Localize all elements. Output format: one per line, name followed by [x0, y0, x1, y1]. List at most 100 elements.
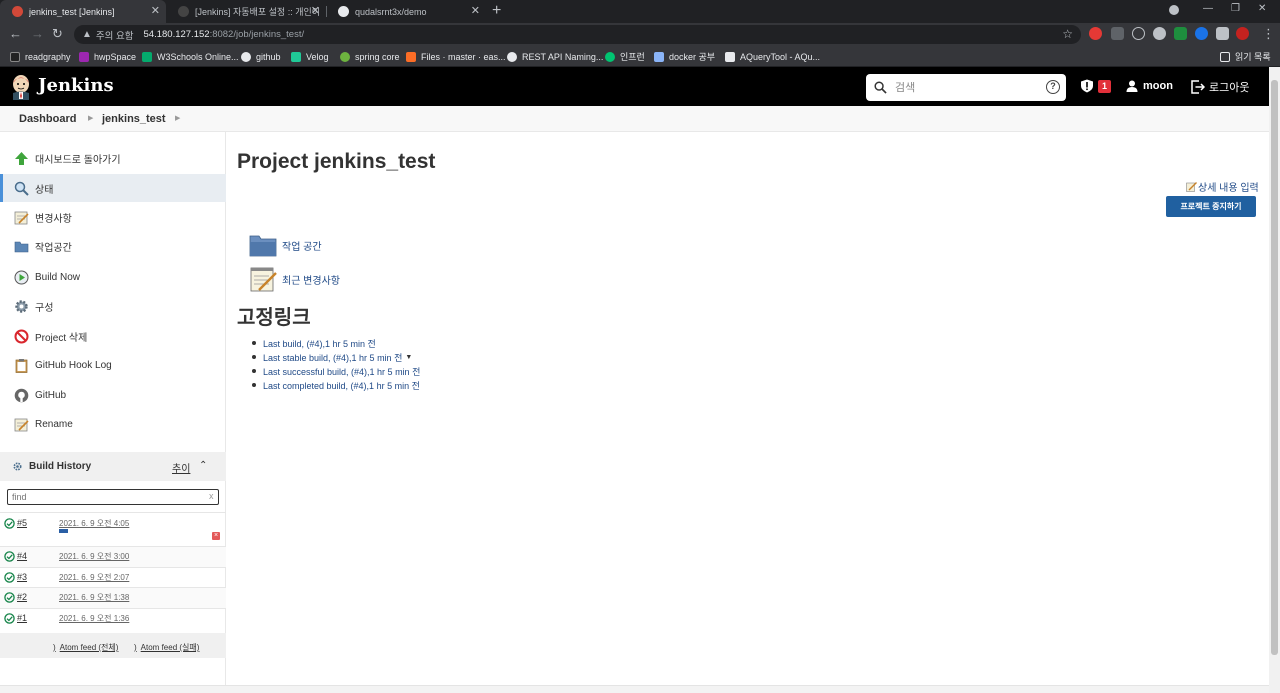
bookmark-label: 인프런 [620, 52, 645, 62]
build-number-link[interactable]: #2 [17, 592, 27, 602]
permalink-last-build[interactable]: Last build, (#4),1 hr 5 min 전 [252, 336, 420, 350]
back-icon[interactable]: ← [9, 26, 22, 42]
breadcrumb-dashboard[interactable]: Dashboard [19, 113, 76, 125]
logout-link[interactable]: 로그아웃 [1191, 79, 1249, 95]
dropdown-caret-icon[interactable]: ▼ [405, 354, 412, 361]
close-window-icon[interactable]: ✕ [1258, 3, 1266, 14]
build-filter-input[interactable] [7, 489, 219, 505]
build-number-link[interactable]: #1 [17, 613, 27, 623]
forward-icon[interactable]: → [31, 26, 44, 42]
clipboard-icon [15, 358, 28, 373]
permalink-last-stable-build[interactable]: Last stable build, (#4),1 hr 5 min 전 ▼ [252, 350, 420, 364]
minimize-icon[interactable]: — [1203, 3, 1213, 14]
tab-search-icon[interactable] [1169, 5, 1179, 15]
disable-project-button[interactable]: 프로젝트 중지하기 [1166, 196, 1256, 217]
bullet [252, 383, 256, 387]
help-icon[interactable]: ? [1046, 80, 1060, 94]
cancel-build-icon[interactable]: × [212, 532, 220, 540]
build-number-link[interactable]: #4 [17, 551, 27, 561]
permalink-last-successful-build[interactable]: Last successful build, (#4),1 hr 5 min 전 [252, 364, 420, 378]
task-back-to-dashboard[interactable]: 대시보드로 돌아가기 [0, 144, 226, 172]
menu-dots-icon[interactable]: ⋮ [1262, 26, 1275, 42]
build-date-link[interactable]: 2021. 6. 9 오전 2:07 [59, 572, 129, 583]
security-label[interactable]: 주의 요함 [96, 28, 134, 42]
bookmark-item[interactable]: REST API Naming... [507, 50, 603, 63]
close-tab-icon[interactable]: ✕ [471, 5, 480, 17]
build-date-link[interactable]: 2021. 6. 9 오전 4:05 [59, 518, 129, 529]
bookmark-item[interactable]: docker 공부 [654, 50, 715, 63]
task-github-hook-log[interactable]: GitHub Hook Log [0, 351, 226, 379]
scrollbar-thumb[interactable] [1271, 80, 1278, 655]
bookmark-item[interactable]: spring core [340, 50, 400, 63]
search-input[interactable] [895, 81, 1035, 94]
browser-tab-github[interactable]: qudalsrnt3x/demo ✕ [326, 0, 486, 23]
task-workspace[interactable]: 작업공간 [0, 232, 226, 260]
profile-avatar[interactable] [1236, 27, 1249, 40]
build-date-link[interactable]: 2021. 6. 9 오전 1:38 [59, 592, 129, 603]
build-number-link[interactable]: #3 [17, 572, 27, 582]
close-tab-icon[interactable]: ✕ [311, 5, 320, 17]
success-icon [4, 572, 15, 583]
task-delete-project[interactable]: Project 삭제 [0, 322, 226, 350]
build-date-link[interactable]: 2021. 6. 9 오전 3:00 [59, 551, 129, 562]
workspace-link[interactable]: 작업 공간 [249, 231, 322, 259]
clear-filter-icon[interactable]: x [209, 491, 214, 501]
build-row[interactable]: #1 2021. 6. 9 오전 1:36 [0, 608, 226, 629]
bookmark-item[interactable]: Files · master · eas... [406, 50, 506, 63]
atom-feed-failed-link[interactable]: ) Atom feed (실패) [134, 642, 199, 653]
user-menu[interactable]: moon [1126, 80, 1173, 92]
build-row[interactable]: #5 2021. 6. 9 오전 4:05 × [0, 512, 226, 546]
permalink-last-completed-build[interactable]: Last completed build, (#4),1 hr 5 min 전 [252, 378, 420, 392]
task-rename[interactable]: Rename [0, 410, 226, 438]
bookmark-item[interactable]: Velog [291, 50, 329, 63]
bookmark-item[interactable]: W3Schools Online... [142, 50, 239, 63]
address-bar[interactable]: ▲ 주의 요함 54.180.127.152:8082/job/jenkins_… [74, 25, 1081, 44]
restore-icon[interactable]: ❐ [1231, 3, 1240, 14]
breadcrumb-job[interactable]: jenkins_test [102, 113, 166, 125]
extension-icon[interactable] [1111, 27, 1124, 40]
puzzle-icon[interactable] [1216, 27, 1229, 40]
extension-icon[interactable] [1089, 27, 1102, 40]
breadcrumb-separator-icon[interactable]: ▶ [175, 114, 180, 122]
breadcrumb-separator-icon[interactable]: ▶ [88, 114, 93, 122]
search-box[interactable]: ? [866, 74, 1066, 101]
browser-tab-jenkins[interactable]: jenkins_test [Jenkins] ✕ [0, 0, 166, 23]
bookmark-item[interactable]: readgraphy [10, 50, 71, 63]
collapse-icon[interactable]: ⌃ [199, 460, 207, 471]
build-row[interactable]: #4 2021. 6. 9 오전 3:00 [0, 546, 226, 567]
task-status[interactable]: 상태 [0, 174, 226, 202]
reading-list[interactable]: 읽기 목록 [1220, 50, 1271, 63]
new-tab-button[interactable]: + [492, 2, 501, 20]
atom-feed-all-link[interactable]: ) Atom feed (전체) [53, 642, 118, 653]
build-number-link[interactable]: #5 [17, 518, 27, 528]
task-configure[interactable]: 구성 [0, 292, 226, 320]
bookmark-item[interactable]: AQueryTool - AQu... [725, 50, 820, 63]
reload-icon[interactable]: ↻ [52, 26, 63, 42]
build-row[interactable]: #2 2021. 6. 9 오전 1:38 [0, 587, 226, 608]
browser-tab-blog[interactable]: [Jenkins] 자동배포 설정 :: 개인이 ✕ [166, 0, 326, 23]
bookmark-label: spring core [355, 51, 400, 62]
extension-icon[interactable] [1153, 27, 1166, 40]
app-title[interactable]: Jenkins [38, 75, 114, 96]
build-trend-link[interactable]: 추이 [172, 460, 190, 475]
bookmark-star-icon[interactable]: ☆ [1062, 27, 1073, 41]
bookmark-item[interactable]: github [241, 50, 281, 63]
recent-changes-link[interactable]: 최근 변경사항 [249, 265, 340, 293]
build-date-link[interactable]: 2021. 6. 9 오전 1:36 [59, 613, 129, 624]
extension-icon[interactable] [1195, 27, 1208, 40]
edit-description-link[interactable]: 상세 내용 입력 [1186, 179, 1259, 194]
security-alert[interactable]: 1 [1080, 79, 1112, 93]
task-github[interactable]: GitHub [0, 381, 226, 409]
reading-list-label: 읽기 목록 [1235, 52, 1271, 62]
extension-icon[interactable] [1132, 27, 1145, 40]
task-build-now[interactable]: Build Now [0, 263, 226, 291]
task-changes[interactable]: 변경사항 [0, 203, 226, 231]
build-row[interactable]: #3 2021. 6. 9 오전 2:07 [0, 567, 226, 587]
close-tab-icon[interactable]: ✕ [151, 5, 160, 17]
warning-icon[interactable]: ▲ [82, 29, 92, 40]
jenkins-logo-icon[interactable] [10, 74, 32, 100]
bookmark-item[interactable]: 인프런 [605, 50, 645, 63]
extension-icon[interactable] [1174, 27, 1187, 40]
feed-label: Atom feed (전체) [59, 643, 119, 652]
bookmark-item[interactable]: hwpSpace [79, 50, 136, 63]
